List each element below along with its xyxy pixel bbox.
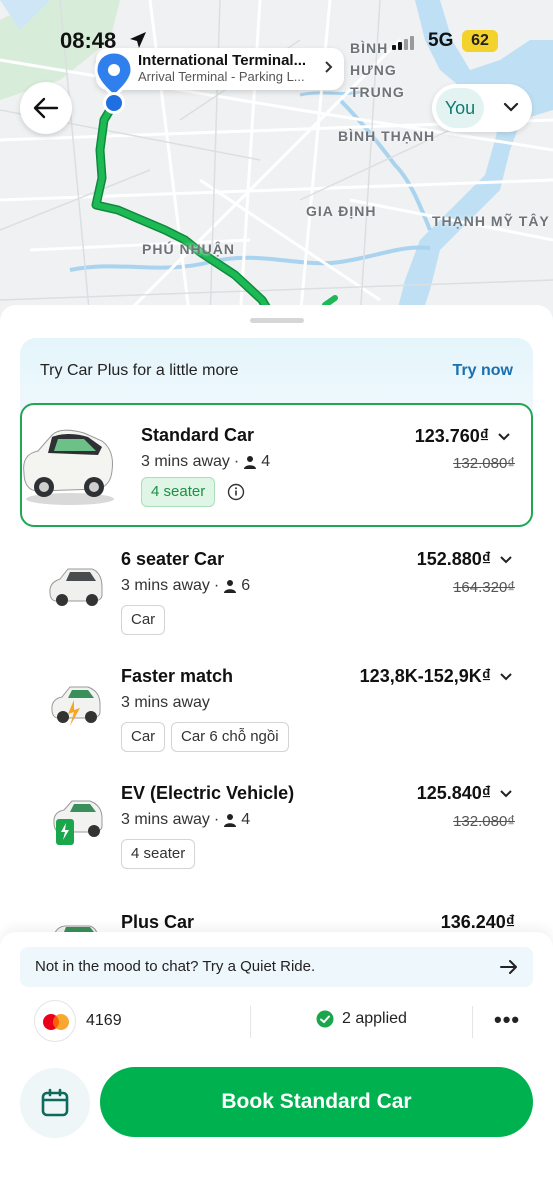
battery-indicator: 62 — [462, 30, 498, 52]
option-eta: 3 mins away — [121, 811, 210, 828]
option-eta-seats: 3 mins away · 4 — [141, 453, 271, 470]
ev-car-image — [53, 800, 103, 845]
signal-icon — [392, 36, 414, 50]
option-old-price: 164.320₫ — [453, 579, 515, 596]
pickup-pin-icon — [94, 50, 134, 114]
option-tag: Car — [121, 722, 166, 752]
option-tag: 4 seater — [121, 839, 196, 869]
try-now-link[interactable]: Try now — [453, 362, 513, 380]
option-price: 152.880₫ — [416, 549, 491, 569]
plus-car-image — [54, 925, 97, 932]
divider — [250, 1006, 251, 1038]
map-district-label: THẠNH MỸ TÂY — [432, 213, 550, 229]
payment-method-button[interactable] — [34, 1000, 76, 1042]
map-view[interactable]: BÌNH HƯNG TRUNG BÌNH THẠNH GIA ĐỊNH THẠN… — [0, 0, 553, 320]
map-district-label: PHÚ NHUẬN — [142, 241, 235, 257]
chevron-right-icon — [325, 61, 333, 73]
option-price: 125.840₫ — [416, 783, 491, 803]
mastercard-icon — [43, 1014, 69, 1030]
pickup-subtitle: Arrival Terminal - Parking L... — [138, 69, 305, 84]
option-tag: 4 seater — [141, 477, 216, 507]
map-district-label: BÌNH THẠNH — [338, 128, 436, 144]
option-eta: 3 mins away — [121, 577, 210, 594]
option-price: 123,8K-152,9K₫ — [359, 666, 491, 686]
ride-option-standard-car[interactable]: Standard Car 3 mins away · 4 4 seater 12… — [20, 403, 533, 527]
person-icon — [244, 456, 257, 469]
quiet-ride-banner[interactable]: Not in the mood to chat? Try a Quiet Rid… — [20, 947, 533, 987]
option-price: 136.240₫ — [440, 912, 515, 932]
option-name: Faster match — [121, 666, 234, 686]
option-name: Standard Car — [141, 425, 255, 445]
option-eta: 3 mins away — [141, 453, 230, 470]
option-eta-seats: 3 mins away · 6 — [121, 577, 251, 594]
option-name: Plus Car — [121, 912, 195, 932]
chevron-down-icon — [503, 102, 519, 112]
back-button[interactable] — [20, 82, 72, 134]
promo-text: Try Car Plus for a little more — [40, 362, 239, 379]
option-name: EV (Electric Vehicle) — [121, 783, 295, 803]
rider-selector[interactable]: You — [432, 84, 532, 132]
divider — [472, 1006, 473, 1038]
promos-applied[interactable]: 2 applied — [316, 1010, 407, 1028]
rider-label: You — [436, 88, 484, 128]
chevron-down-icon[interactable] — [499, 787, 513, 801]
booking-footer: Not in the mood to chat? Try a Quiet Rid… — [0, 932, 553, 1200]
calendar-icon — [41, 1088, 69, 1117]
option-seats: 6 — [241, 577, 251, 594]
arrow-right-icon — [500, 960, 517, 974]
person-icon — [224, 814, 237, 827]
option-seats: 4 — [261, 453, 271, 470]
promos-applied-label: 2 applied — [342, 1010, 407, 1027]
option-eta-seats: 3 mins away · 4 — [121, 811, 251, 828]
6-seater-car-image — [49, 568, 103, 606]
more-options-button[interactable]: ••• — [494, 1009, 520, 1031]
ride-option-faster-match[interactable]: Faster match 3 mins away Car Car 6 chỗ n… — [0, 658, 553, 758]
ride-option-ev[interactable]: EV (Electric Vehicle) 3 mins away · 4 4 … — [0, 775, 553, 875]
pickup-title: International Terminal... — [138, 52, 307, 69]
ride-option-plus-car[interactable]: Plus Car 136.240₫ — [0, 892, 553, 932]
schedule-ride-button[interactable] — [20, 1068, 90, 1138]
option-old-price: 132.080₫ — [453, 455, 515, 472]
option-name: 6 seater Car — [121, 549, 225, 569]
chevron-down-icon[interactable] — [499, 670, 513, 684]
location-arrow-icon — [130, 32, 146, 48]
option-old-price: 132.080₫ — [453, 813, 515, 830]
arrow-left-icon — [33, 97, 59, 119]
chevron-down-icon[interactable] — [497, 430, 511, 444]
option-tag: Car 6 chỗ ngồi — [171, 722, 289, 752]
ride-option-6-seater-car[interactable]: 6 seater Car 3 mins away · 6 Car 152.880… — [0, 541, 553, 641]
person-icon — [224, 580, 237, 593]
map-district-label: GIA ĐỊNH — [306, 203, 377, 219]
card-last4[interactable]: 4169 — [86, 1012, 122, 1030]
payment-row: 4169 2 applied ••• — [20, 1000, 533, 1044]
sheet-drag-handle[interactable] — [250, 318, 304, 323]
standard-car-image — [23, 429, 114, 505]
option-eta: 3 mins away — [121, 694, 210, 711]
chevron-down-icon[interactable] — [499, 553, 513, 567]
check-circle-icon — [316, 1010, 334, 1028]
quiet-ride-text: Not in the mood to chat? Try a Quiet Rid… — [35, 958, 316, 975]
book-ride-button[interactable]: Book Standard Car — [100, 1067, 533, 1137]
option-seats: 4 — [241, 811, 251, 828]
option-price: 123.760₫ — [414, 426, 489, 446]
option-tag: Car — [121, 605, 166, 635]
network-type: 5G — [428, 30, 454, 51]
info-icon[interactable] — [227, 483, 245, 501]
faster-match-car-image — [51, 686, 101, 726]
